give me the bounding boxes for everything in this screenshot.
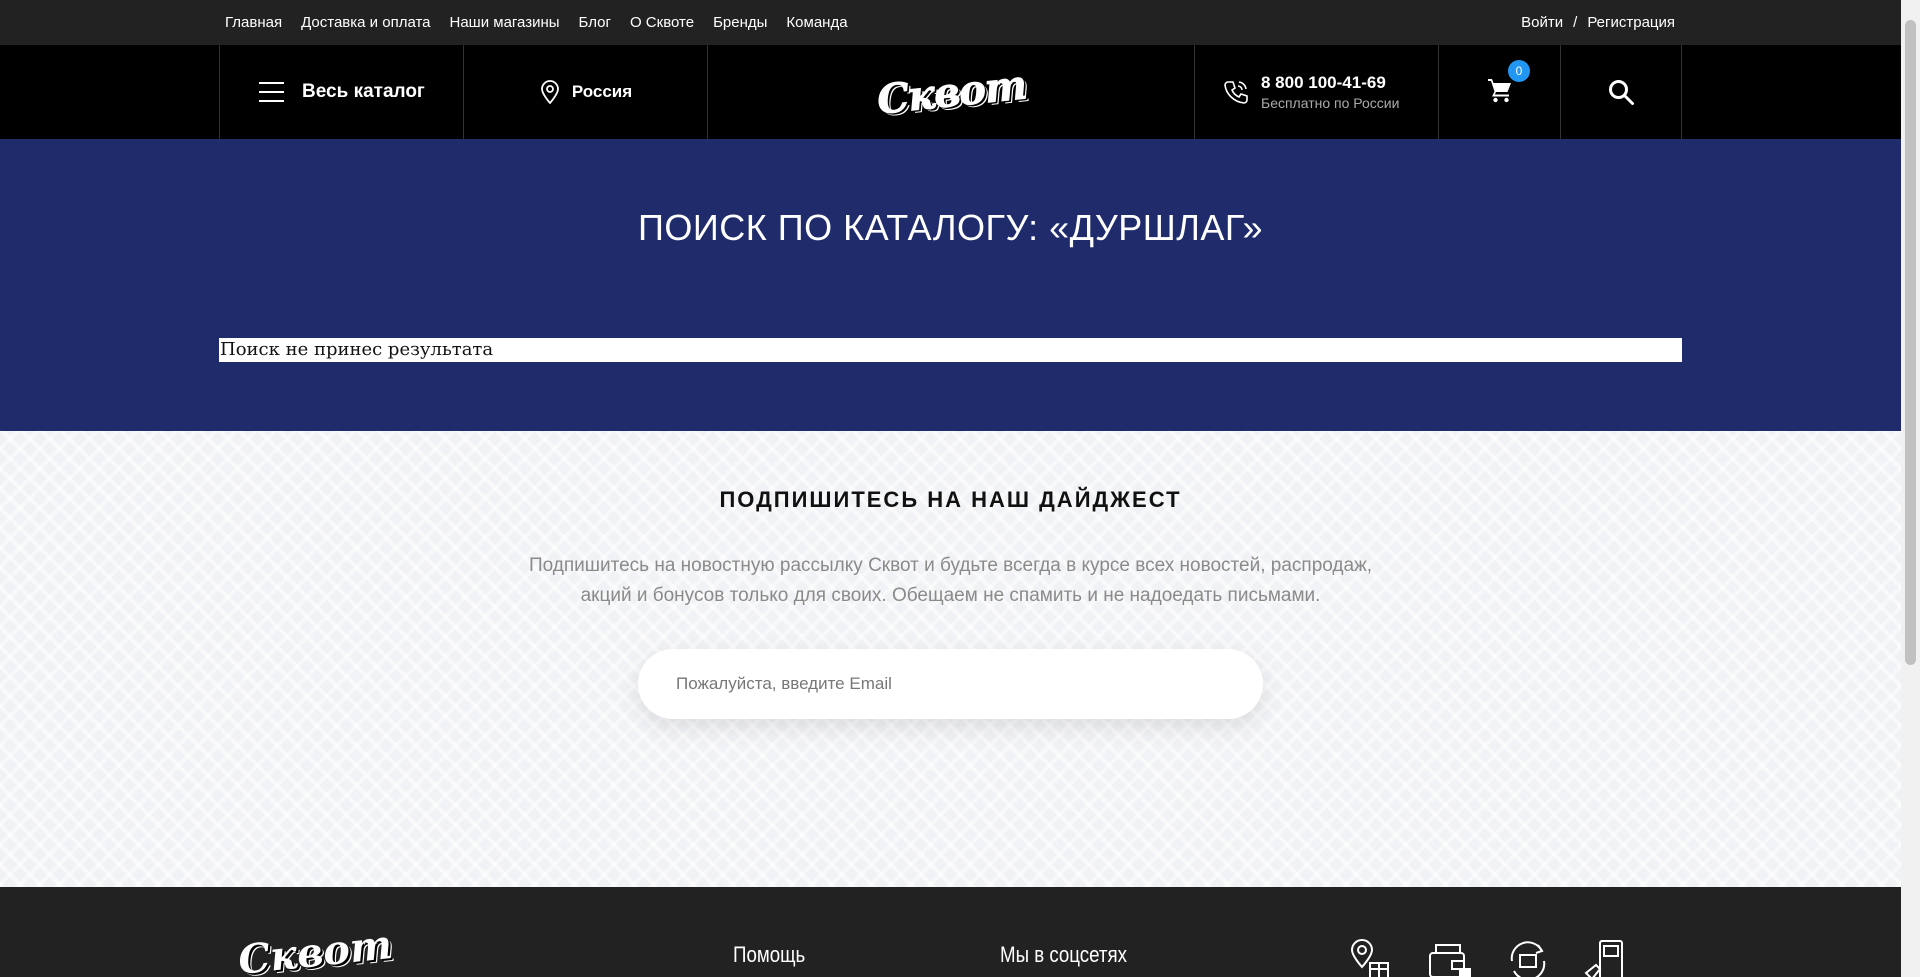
nav-link-delivery[interactable]: Доставка и оплата: [301, 14, 430, 31]
catalog-button[interactable]: Весь каталог: [219, 45, 464, 139]
cart-count-badge: 0: [1508, 59, 1530, 82]
top-nav: Главная Доставка и оплата Наши магазины …: [225, 0, 848, 45]
nav-link-blog[interactable]: Блог: [579, 14, 611, 31]
search-icon: [1609, 80, 1634, 105]
catalog-label: Весь каталог: [302, 81, 425, 102]
phone-number[interactable]: 8 800 100-41-69: [1261, 73, 1399, 93]
footer-help-heading: Помощь: [733, 942, 806, 967]
search-results-section: ПОИСК ПО КАТАЛОГУ: «ДУРШЛАГ» Поиск не пр…: [0, 139, 1901, 431]
nav-link-stores[interactable]: Наши магазины: [450, 14, 560, 31]
auth-links: Войти / Регистрация: [1521, 0, 1675, 45]
subscribe-title: ПОДПИШИТЕСЬ НА НАШ ДАЙДЖЕСТ: [719, 487, 1182, 512]
location-pin-icon: [540, 80, 559, 104]
auth-separator: /: [1573, 14, 1578, 31]
phone-text: 8 800 100-41-69 Бесплатно по России: [1261, 73, 1399, 111]
login-link[interactable]: Войти: [1521, 14, 1563, 31]
cart-button[interactable]: 0: [1438, 45, 1561, 139]
phone-note: Бесплатно по России: [1261, 95, 1400, 111]
cart-icon: [1488, 78, 1511, 102]
email-input[interactable]: [638, 649, 1263, 719]
store-location-icon: [1348, 937, 1396, 977]
page-title: ПОИСК ПО КАТАЛОГУ: «ДУРШЛАГ»: [638, 207, 1263, 248]
scrollbar-thumb[interactable]: [1905, 20, 1916, 665]
page-scrollbar[interactable]: [1901, 0, 1920, 977]
delivery-icon: [1582, 937, 1630, 977]
search-button[interactable]: [1560, 45, 1682, 139]
return-icon: [1504, 937, 1552, 977]
nav-link-home[interactable]: Главная: [225, 14, 282, 31]
region-selector[interactable]: Россия: [463, 45, 708, 139]
top-bar: Главная Доставка и оплата Наши магазины …: [0, 0, 1901, 45]
logo-link[interactable]: Сквот: [707, 45, 1195, 139]
subscribe-text-line2: акций и бонусов только для своих. Обещае…: [580, 585, 1321, 606]
subscribe-description: Подпишитесь на новостную рассылку Сквот …: [500, 551, 1401, 611]
nav-link-about[interactable]: О Сквоте: [630, 14, 694, 31]
nav-link-brands[interactable]: Бренды: [713, 14, 767, 31]
footer-social-heading: Мы в соцсетях: [1000, 942, 1127, 967]
phone-block[interactable]: 8 800 100-41-69 Бесплатно по России: [1194, 45, 1439, 139]
cart-wrapper: 0: [1486, 59, 1530, 109]
payment-icon: [1426, 937, 1474, 977]
site-logo: Сквот: [874, 60, 1029, 124]
phone-icon: [1224, 81, 1248, 104]
region-label: Россия: [571, 82, 633, 101]
subscribe-section: ПОДПИШИТЕСЬ НА НАШ ДАЙДЖЕСТ Подпишитесь …: [0, 431, 1901, 887]
main-header: Весь каталог Россия Сквот 8 800 100-41-6…: [0, 45, 1901, 139]
footer-logo[interactable]: Сквот: [236, 921, 394, 977]
footer-feature-icons: [1348, 937, 1630, 977]
no-results-message: Поиск не принес результата: [219, 338, 1682, 362]
footer: Сквот Помощь Мы в соцсетях: [0, 887, 1901, 977]
subscribe-text-line1: Подпишитесь на новостную рассылку Сквот …: [528, 555, 1373, 576]
nav-link-team[interactable]: Команда: [786, 14, 847, 31]
menu-icon: [259, 82, 284, 102]
register-link[interactable]: Регистрация: [1587, 14, 1675, 31]
